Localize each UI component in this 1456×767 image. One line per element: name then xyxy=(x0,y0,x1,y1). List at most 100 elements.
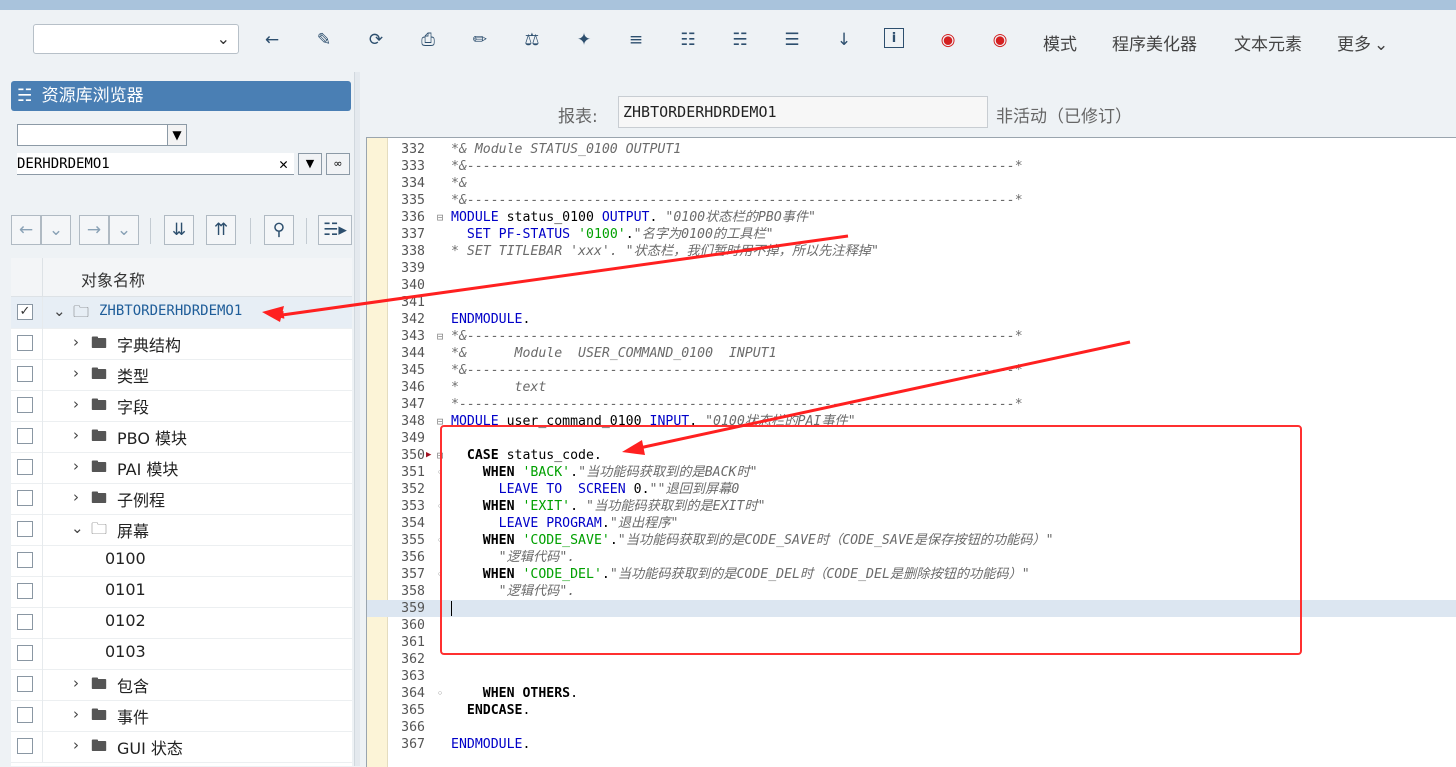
back-arrow-icon[interactable]: ← xyxy=(260,28,284,52)
history-dropdown-button[interactable]: ▼ xyxy=(298,153,322,175)
fold-toggle-icon[interactable]: ⊟ xyxy=(435,447,445,464)
fold-toggle-icon[interactable]: ⊟ xyxy=(435,209,445,226)
code-line[interactable]: 347 *------------------------------------… xyxy=(367,396,1456,413)
row-checkbox[interactable] xyxy=(17,552,33,568)
object-name-input[interactable]: DERHDRDEMO1 ✕ xyxy=(17,153,294,175)
tree-row-program[interactable]: ✓ ⌄ 🗀 ZHBTORDERHDRDEMO1 xyxy=(11,297,352,329)
abap-code-editor[interactable]: 332 *& Module STATUS_0100 OUTPUT1 333 *&---… xyxy=(366,137,1456,767)
edit-icon[interactable]: ✏ xyxy=(468,28,492,52)
code-line[interactable]: 353 ◦ WHEN 'EXIT'. "当功能码获取到的是EXIT时" xyxy=(367,498,1456,515)
row-checkbox[interactable] xyxy=(17,707,33,723)
fold-toggle-icon[interactable]: ⊟ xyxy=(435,328,445,345)
balance-icon[interactable]: ⚖ xyxy=(520,28,544,52)
code-line[interactable]: 345 *&-----------------------------------… xyxy=(367,362,1456,379)
code-line[interactable]: 335 *&-----------------------------------… xyxy=(367,192,1456,209)
code-line[interactable]: 362 xyxy=(367,651,1456,668)
code-line[interactable]: 357 ◦ WHEN 'CODE_DEL'."当功能码获取到的是CODE_DEL时… xyxy=(367,566,1456,583)
mode-button[interactable]: 模式 xyxy=(1043,30,1077,55)
tree-row-dict-structures[interactable]: › 🖿 字典结构 xyxy=(11,328,352,360)
fold-branch-icon[interactable]: ◦ xyxy=(435,532,445,549)
code-line[interactable]: 339 xyxy=(367,260,1456,277)
tree-row-pai-modules[interactable]: › 🖿 PAI 模块 xyxy=(11,452,352,484)
code-line[interactable]: 351 ◦ WHEN 'BACK'."当功能码获取到的是BACK时" xyxy=(367,464,1456,481)
code-line[interactable]: 338 * SET TITLEBAR 'xxx'. "状态栏，我们暂时用不掉，所以… xyxy=(367,243,1456,260)
chevron-right-icon[interactable]: › xyxy=(73,395,79,413)
code-line[interactable]: 342 ENDMODULE. xyxy=(367,311,1456,328)
fold-branch-icon[interactable]: ◦ xyxy=(435,566,445,583)
code-line[interactable]: 340 xyxy=(367,277,1456,294)
hierarchy-menu-icon[interactable]: ☵▸ xyxy=(318,215,352,245)
code-line[interactable]: 364 ◦ WHEN OTHERS. xyxy=(367,685,1456,702)
row-checkbox[interactable] xyxy=(17,676,33,692)
row-checkbox[interactable] xyxy=(17,738,33,754)
row-checkbox[interactable] xyxy=(17,583,33,599)
code-line[interactable]: 336 ⊟ MODULE status_0100 OUTPUT. "0100状态栏的… xyxy=(367,209,1456,226)
text-elements-button[interactable]: 文本元素 xyxy=(1234,30,1302,55)
code-line[interactable]: 354 LEAVE PROGRAM."退出程序" xyxy=(367,515,1456,532)
nav-forward-dropdown-icon[interactable]: ⌄ xyxy=(109,215,139,245)
code-line[interactable]: 367 ENDMODULE. xyxy=(367,736,1456,753)
code-line[interactable]: 337 SET PF-STATUS '0100'."名字为0100的工具栏" xyxy=(367,226,1456,243)
row-checkbox[interactable] xyxy=(17,428,33,444)
row-checkbox[interactable] xyxy=(17,614,33,630)
row-checkbox[interactable] xyxy=(17,490,33,506)
clear-icon[interactable]: ✕ xyxy=(279,153,288,175)
nav-back-icon[interactable]: ← xyxy=(11,215,41,245)
tree-row-includes[interactable]: › 🖿 包含 xyxy=(11,669,352,701)
row-checkbox[interactable]: ✓ xyxy=(17,304,33,320)
code-line[interactable]: 361 xyxy=(367,634,1456,651)
code-line[interactable]: 344 *& Module USER_COMMAND_0100 INPUT1 xyxy=(367,345,1456,362)
code-line[interactable]: 332 *& Module STATUS_0100 OUTPUT1 xyxy=(367,141,1456,158)
code-line[interactable]: 333 *&-----------------------------------… xyxy=(367,158,1456,175)
tree-row-events[interactable]: › 🖿 事件 xyxy=(11,700,352,732)
code-line[interactable]: 334 *& xyxy=(367,175,1456,192)
fold-branch-icon[interactable]: ◦ xyxy=(435,464,445,481)
code-line[interactable]: 360 xyxy=(367,617,1456,634)
search-icon[interactable]: ⚲ xyxy=(264,215,294,245)
fold-branch-icon[interactable]: ◦ xyxy=(435,685,445,702)
hierarchy-icon[interactable]: ☵ xyxy=(728,28,752,52)
tree-row-screen-0102[interactable]: 0102 xyxy=(11,607,352,639)
stack-icon[interactable]: ☰ xyxy=(780,28,804,52)
code-line[interactable]: 346 * text xyxy=(367,379,1456,396)
object-type-select[interactable]: ▼ xyxy=(17,124,187,146)
tree-row-gui-status[interactable]: › 🖿 GUI 状态 xyxy=(11,731,352,763)
fold-branch-icon[interactable]: ◦ xyxy=(435,498,445,515)
row-checkbox[interactable] xyxy=(17,645,33,661)
tree-row-subroutines[interactable]: › 🖿 子例程 xyxy=(11,483,352,515)
nav-forward-icon[interactable]: → xyxy=(79,215,109,245)
code-line[interactable]: 359 xyxy=(367,600,1456,617)
session-breakpoint-icon[interactable]: ◉ xyxy=(988,28,1012,52)
code-line[interactable]: 341 xyxy=(367,294,1456,311)
code-line[interactable]: 363 xyxy=(367,668,1456,685)
object-list-icon[interactable]: ⎙ xyxy=(416,28,440,52)
chevron-down-icon[interactable]: ⌄ xyxy=(53,302,66,320)
row-checkbox[interactable] xyxy=(17,521,33,537)
row-checkbox[interactable] xyxy=(17,397,33,413)
code-line[interactable]: 343 ⊟ *&----------------------------------… xyxy=(367,328,1456,345)
code-line[interactable]: 355 ◦ WHEN 'CODE_SAVE'."当功能码获取到的是CODE_SAV… xyxy=(367,532,1456,549)
tree-icon[interactable]: ☷ xyxy=(676,28,700,52)
info-icon[interactable]: i xyxy=(884,28,904,48)
code-line[interactable]: 350 ▶ ⊟ CASE status_code. xyxy=(367,447,1456,464)
tree-row-screen-0103[interactable]: 0103 xyxy=(11,638,352,670)
tree-row-types[interactable]: › 🖿 类型 xyxy=(11,359,352,391)
where-used-icon[interactable]: ↓ xyxy=(832,28,856,52)
chevron-right-icon[interactable]: › xyxy=(73,674,79,692)
collapse-all-icon[interactable]: ⇈ xyxy=(206,215,236,245)
tree-row-screen-0100[interactable]: 0100 xyxy=(11,545,352,577)
more-button[interactable]: 更多 ⌄ xyxy=(1337,30,1388,55)
chevron-right-icon[interactable]: › xyxy=(73,333,79,351)
chevron-right-icon[interactable]: › xyxy=(73,457,79,475)
chevron-right-icon[interactable]: › xyxy=(73,364,79,382)
pretty-printer-button[interactable]: 程序美化器 xyxy=(1112,30,1197,55)
tree-row-pbo-modules[interactable]: › 🖿 PBO 模块 xyxy=(11,421,352,453)
chevron-down-icon[interactable]: ⌄ xyxy=(71,519,84,537)
code-line[interactable]: 348 ⊟ MODULE user_command_0100 INPUT. "010… xyxy=(367,413,1456,430)
tree-row-screens[interactable]: ⌄ 🗀 屏幕 xyxy=(11,514,352,546)
chevron-right-icon[interactable]: › xyxy=(73,426,79,444)
check-syntax-icon[interactable]: ⟳ xyxy=(364,28,388,52)
tree-row-fields[interactable]: › 🖿 字段 xyxy=(11,390,352,422)
pretty-print-icon[interactable]: ≡ xyxy=(624,28,648,52)
command-dropdown[interactable]: ⌄ xyxy=(33,24,239,54)
